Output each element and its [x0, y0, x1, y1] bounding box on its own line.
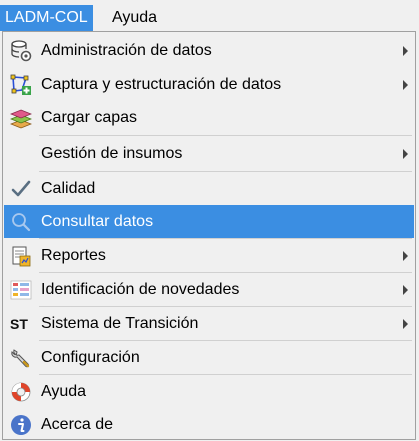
- menu-item-label: Reportes: [41, 247, 106, 264]
- database-settings-icon: [10, 40, 32, 62]
- layers-icon: [9, 107, 33, 129]
- menu-item-cargar-capas[interactable]: Cargar capas: [4, 101, 414, 134]
- submenu-arrow-icon: [403, 285, 408, 295]
- menu-item-label: Acerca de: [41, 416, 114, 433]
- search-icon: [10, 211, 32, 233]
- report-icon: [10, 245, 32, 267]
- wrench-icon: [10, 347, 32, 369]
- menu-item-identificacion-de-novedades[interactable]: Identificación de novedades: [4, 273, 414, 306]
- st-icon: ST: [10, 316, 28, 332]
- menu-item-configuracion[interactable]: Configuración: [4, 341, 414, 374]
- lifebuoy-icon: [10, 381, 32, 403]
- submenu-arrow-icon: [403, 46, 408, 56]
- menu-item-label: Calidad: [41, 180, 96, 197]
- polygon-edit-icon: [10, 74, 32, 96]
- submenu-arrow-icon: [403, 80, 408, 90]
- menu-bar: LADM-COL Ayuda: [0, 0, 419, 35]
- menu-item-administracion-de-datos[interactable]: Administración de datos: [4, 34, 414, 67]
- menu-item-sistema-de-transicion[interactable]: ST Sistema de Transición: [4, 307, 414, 340]
- novelties-icon: [10, 279, 32, 301]
- menu-item-label: Administración de datos: [41, 42, 212, 59]
- menu-ayuda[interactable]: Ayuda: [107, 5, 162, 31]
- ladm-col-dropdown-menu: Administración de datos Captura y estruc…: [2, 31, 416, 440]
- menu-item-calidad[interactable]: Calidad: [4, 172, 414, 205]
- menu-item-gestion-de-insumos[interactable]: Gestión de insumos: [4, 137, 414, 170]
- menu-item-ayuda[interactable]: Ayuda: [4, 375, 414, 408]
- menu-separator: [39, 135, 412, 136]
- submenu-arrow-icon: [403, 319, 408, 329]
- menu-item-label: Ayuda: [41, 383, 87, 400]
- menu-item-label: Gestión de insumos: [41, 145, 183, 162]
- menu-item-label: Configuración: [41, 349, 140, 366]
- menu-item-label: Captura y estructuración de datos: [41, 76, 282, 93]
- submenu-arrow-icon: [403, 149, 408, 159]
- info-icon: [10, 414, 32, 436]
- menu-item-consultar-datos[interactable]: Consultar datos: [4, 205, 414, 238]
- menu-item-acerca-de[interactable]: Acerca de: [4, 408, 414, 441]
- menu-item-label: Sistema de Transición: [41, 315, 199, 332]
- menu-item-reportes[interactable]: Reportes: [4, 239, 414, 272]
- menu-ladm-col[interactable]: LADM-COL: [0, 5, 93, 31]
- menu-item-label: Cargar capas: [41, 109, 138, 126]
- checkmark-icon: [10, 178, 32, 200]
- menu-item-label: Identificación de novedades: [41, 281, 240, 298]
- menu-item-label: Consultar datos: [41, 213, 154, 230]
- submenu-arrow-icon: [403, 251, 408, 261]
- menu-item-captura-y-estructuracion[interactable]: Captura y estructuración de datos: [4, 68, 414, 101]
